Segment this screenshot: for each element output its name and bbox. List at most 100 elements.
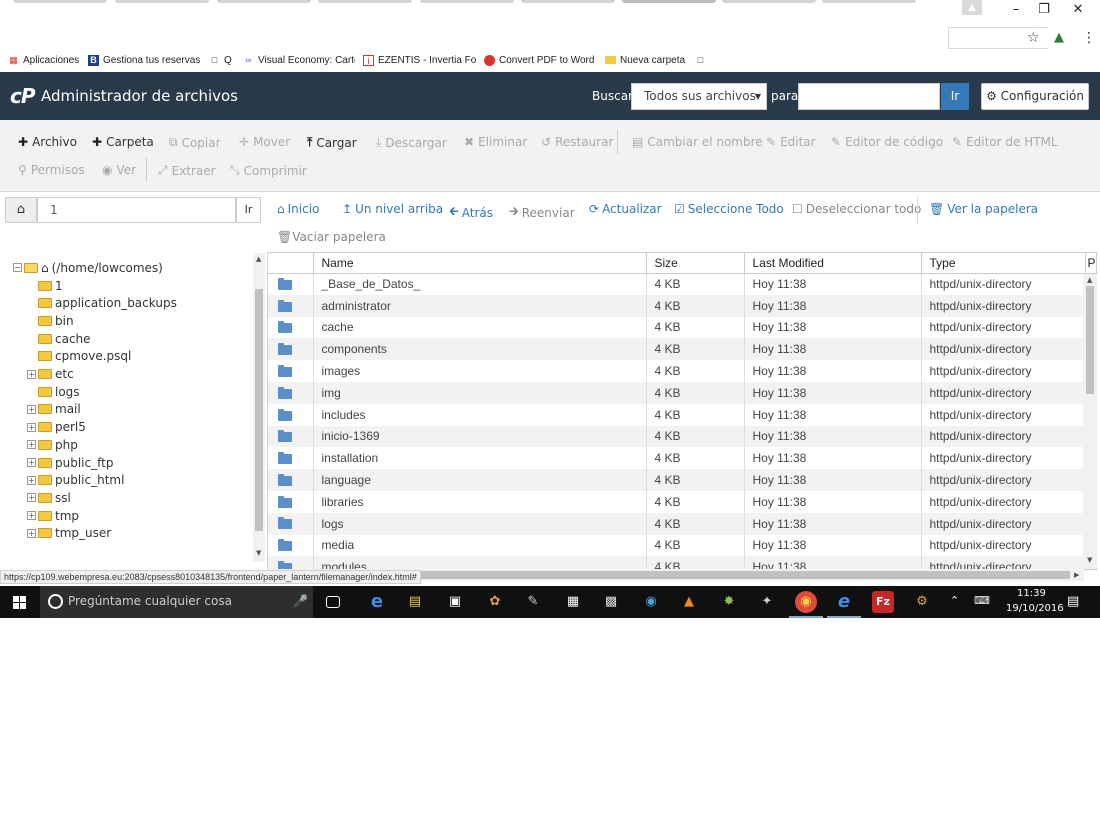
chrome-icon[interactable]: ◉ (789, 591, 823, 618)
table-row[interactable]: inicio-1369 4 KB Hoy 11:38 httpd/unix-direc… (268, 425, 1096, 448)
search-input[interactable] (798, 83, 940, 110)
task-view-icon[interactable] (326, 596, 340, 608)
bookmark-convert-pdf[interactable]: Convert PDF to Word (484, 53, 594, 67)
restore-button[interactable]: ↺ Restaurar (541, 135, 613, 149)
scroll-up-icon[interactable]: ▲ (1087, 276, 1092, 284)
browser-tab[interactable] (822, 0, 916, 3)
restore-window-icon[interactable]: ❐ (1034, 2, 1054, 17)
tray-expand-icon[interactable]: ⌃ (950, 594, 959, 607)
utility-icon[interactable]: ✦ (756, 591, 778, 613)
clock-time[interactable]: 11:39 (1017, 588, 1046, 599)
clock-date[interactable]: 19/10/2016 (1006, 603, 1064, 614)
vlc-icon[interactable]: ▲ (678, 591, 700, 613)
expand-icon[interactable]: + (27, 369, 36, 379)
nav-empty-trash-link[interactable]: 🗑Vaciar papelera (277, 230, 386, 244)
expand-icon[interactable]: + (27, 404, 36, 414)
settings-button[interactable]: ⚙ Configuración (981, 83, 1089, 110)
photos-icon[interactable]: ✿ (484, 591, 506, 613)
path-input[interactable]: 1 (37, 197, 236, 223)
bookmark-star-icon[interactable]: ☆ (1027, 30, 1040, 46)
browser-tab[interactable] (420, 0, 514, 3)
expand-icon[interactable]: + (27, 511, 36, 521)
close-window-icon[interactable]: ✕ (1068, 2, 1088, 17)
code-editor-button[interactable]: ✎ Editor de código (831, 135, 943, 149)
bookmark-page[interactable]: □ (695, 53, 706, 67)
nav-forward-link[interactable]: 🡲 Reenviar (509, 202, 575, 223)
search-scope-select[interactable]: Todos sus archivos ▼ (631, 83, 767, 110)
compress-button[interactable]: ⤡ Comprimir (230, 163, 307, 178)
nav-deselect-all-link[interactable]: ☐ Deseleccionar todo (792, 202, 921, 216)
table-row[interactable]: administrator 4 KB Hoy 11:38 httpd/unix-dir… (268, 294, 1096, 317)
table-row[interactable]: installation 4 KB Hoy 11:38 httpd/unix-dire… (268, 447, 1096, 470)
cortana-search[interactable]: Pregúntame cualquier cosa 🎤 (40, 586, 313, 618)
bookmark-q[interactable]: □ Q (209, 53, 232, 67)
profile-icon[interactable]: ▲ (962, 0, 982, 15)
paint-icon[interactable]: ✸ (718, 591, 740, 613)
notepad-icon[interactable]: ✎ (522, 591, 544, 613)
tree-item[interactable]: + etc (27, 366, 74, 383)
column-header-type[interactable]: Type (921, 253, 1086, 274)
scroll-down-icon[interactable]: ▼ (256, 549, 261, 557)
bookmark-visual-economy[interactable]: ∞ Visual Economy: Carte (243, 53, 355, 67)
settings-app-icon[interactable]: ⚙ (911, 591, 933, 613)
home-button[interactable]: ⌂ (5, 197, 37, 223)
table-row[interactable]: includes 4 KB Hoy 11:38 httpd/unix-director… (268, 403, 1096, 426)
tree-item[interactable]: + public_ftp (27, 454, 113, 471)
table-row[interactable]: cache 4 KB Hoy 11:38 httpd/unix-directory (268, 316, 1096, 339)
start-button[interactable] (0, 586, 40, 618)
tree-item[interactable]: + tmp (27, 507, 79, 524)
cpanel-logo[interactable]: cP (10, 84, 35, 108)
extract-button[interactable]: ⤢ Extraer (158, 163, 216, 178)
html-editor-button[interactable]: ✎ Editor de HTML (952, 135, 1058, 149)
minimize-icon[interactable]: – (1006, 2, 1026, 17)
table-row[interactable]: images 4 KB Hoy 11:38 httpd/unix-directory (268, 360, 1096, 382)
browser-tab[interactable] (115, 0, 209, 3)
bookmark-reservas[interactable]: B Gestiona tus reservas (88, 53, 200, 67)
nav-view-trash-link[interactable]: 🗑 Ver la papelera (929, 202, 1038, 216)
tree-item[interactable]: logs (38, 383, 80, 400)
permissions-button[interactable]: ⚲ Permisos (18, 163, 85, 177)
tree-item[interactable]: + public_html (27, 472, 124, 489)
keyboard-icon[interactable]: ⌨ (974, 594, 990, 607)
table-row[interactable]: media 4 KB Hoy 11:38 httpd/unix-directory (268, 534, 1096, 557)
extension-icon[interactable]: ▲ (1054, 30, 1064, 45)
new-file-button[interactable]: ✚ Archivo (18, 135, 77, 149)
media-icon[interactable]: ▩ (600, 591, 622, 613)
browser-tab[interactable] (722, 0, 816, 3)
nav-select-all-link[interactable]: ☑ Seleccione Todo (674, 202, 784, 216)
download-button[interactable]: ⤓ Descargar (376, 135, 447, 150)
nav-back-link[interactable]: 🡰 Atrás (449, 202, 493, 223)
internet-explorer-icon[interactable]: e (827, 591, 861, 618)
table-row[interactable]: modules 4 KB Hoy 11:38 httpd/unix-directory (268, 556, 1096, 569)
file-explorer-icon[interactable]: ▤ (404, 591, 426, 613)
app-icon[interactable]: ◉ (640, 591, 662, 613)
browser-menu-icon[interactable]: ⋮ (1082, 30, 1096, 46)
table-row[interactable]: language 4 KB Hoy 11:38 httpd/unix-director… (268, 469, 1096, 491)
new-folder-button[interactable]: ✚ Carpeta (92, 135, 154, 149)
edit-button[interactable]: ✎ Editar (766, 135, 816, 149)
tree-item[interactable]: cpmove.psql (38, 348, 131, 365)
view-button[interactable]: ◉ Ver (102, 163, 136, 177)
collapse-icon[interactable]: − (13, 263, 22, 272)
tree-item[interactable]: application_backups (38, 295, 177, 312)
expand-icon[interactable]: + (27, 458, 36, 467)
edge-icon[interactable]: e (366, 591, 388, 613)
browser-tab[interactable] (521, 0, 615, 3)
browser-tab[interactable] (318, 0, 412, 3)
tree-root[interactable]: − ⌂ (/home/lowcomes) (13, 259, 163, 276)
microphone-icon[interactable]: 🎤 (293, 594, 308, 608)
tree-item[interactable]: + mail (27, 401, 81, 418)
expand-icon[interactable]: + (27, 493, 36, 503)
search-go-button[interactable]: Ir (941, 83, 969, 110)
column-header-name[interactable]: Name (313, 253, 647, 274)
browser-tab-active[interactable] (622, 0, 716, 3)
column-header-modified[interactable]: Last Modified (744, 253, 922, 274)
expand-icon[interactable]: + (27, 422, 36, 432)
tree-item[interactable]: cache (38, 330, 91, 347)
nav-home-link[interactable]: ⌂ Inicio (277, 202, 319, 216)
bookmark-ezentis[interactable]: i EZENTIS - Invertia For (363, 53, 476, 67)
scroll-up-icon[interactable]: ▲ (256, 255, 261, 263)
tree-item[interactable]: bin (38, 312, 74, 329)
rename-button[interactable]: ▤ Cambiar el nombre (632, 135, 763, 149)
table-row[interactable]: components 4 KB Hoy 11:38 httpd/unix-direct… (268, 338, 1096, 361)
